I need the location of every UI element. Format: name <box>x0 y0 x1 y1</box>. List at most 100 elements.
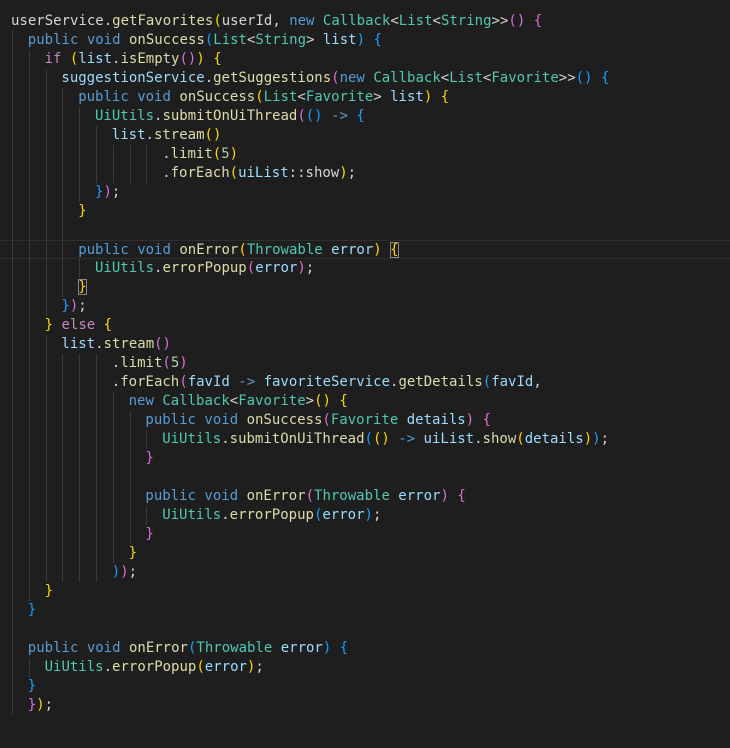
code-line[interactable]: } <box>0 544 730 563</box>
indent-guide <box>45 202 47 221</box>
code-token: list <box>111 127 146 143</box>
code-token: getSuggestions <box>213 70 332 86</box>
code-token: ; <box>372 507 382 523</box>
indent-guide <box>129 145 131 164</box>
code-line[interactable]: .limit(5) <box>0 145 730 164</box>
code-line[interactable]: } <box>0 202 730 221</box>
code-text: .limit(5) <box>112 354 188 373</box>
code-token: { <box>390 242 399 258</box>
code-token: ; <box>128 564 138 580</box>
code-token: if <box>44 51 62 67</box>
code-line[interactable]: UiUtils.submitOnUiThread(() -> uiList.sh… <box>0 430 730 449</box>
indent-guide <box>12 278 13 297</box>
code-line[interactable]: UiUtils.submitOnUiThread(() -> { <box>0 107 730 126</box>
code-token: >> <box>491 13 509 29</box>
code-line[interactable]: } else { <box>0 316 730 335</box>
code-line[interactable]: public void onError(Throwable error) { <box>0 487 730 506</box>
code-editor[interactable]: userService.getFavorites(userId, new Cal… <box>0 0 730 748</box>
code-text: } <box>45 582 53 601</box>
indent-guide <box>28 430 30 449</box>
indent-guide <box>28 506 30 525</box>
code-token: Favorite <box>491 70 559 86</box>
indent-guide <box>96 506 97 525</box>
code-line[interactable] <box>0 468 730 487</box>
code-line[interactable]: if (list.isEmpty()) { <box>0 50 730 69</box>
indent-guide <box>146 145 148 164</box>
indent-guide <box>12 183 13 202</box>
code-line[interactable]: UiUtils.errorPopup(error); <box>0 506 730 525</box>
code-line[interactable]: )); <box>0 563 730 582</box>
code-line[interactable]: .limit(5) <box>0 354 730 373</box>
code-token: public <box>145 488 196 504</box>
indent-guide <box>96 354 97 373</box>
code-line[interactable]: userService.getFavorites(userId, new Cal… <box>0 12 730 31</box>
code-line[interactable] <box>0 620 730 639</box>
code-line[interactable]: }); <box>0 297 730 316</box>
code-token: String <box>440 13 492 29</box>
code-token: ) <box>583 431 593 447</box>
code-line[interactable]: suggestionService.getSuggestions(new Cal… <box>0 69 730 88</box>
code-line[interactable]: }); <box>0 696 730 715</box>
code-token: , <box>533 374 542 390</box>
code-line[interactable]: public void onError(Throwable error) { <box>0 639 730 658</box>
code-line[interactable]: new Callback<Favorite>() { <box>0 392 730 411</box>
indent-guide <box>45 278 47 297</box>
code-token: onSuccess <box>128 32 205 48</box>
code-line[interactable]: list.stream() <box>0 126 730 145</box>
code-token: errorPopup <box>112 659 197 675</box>
code-text: } <box>145 525 153 544</box>
code-text: } <box>78 278 87 297</box>
code-token: Throwable <box>314 488 390 504</box>
indent-guide <box>28 50 30 69</box>
code-line[interactable]: UiUtils.errorPopup(error); <box>0 658 730 677</box>
indent-guide <box>62 430 64 449</box>
code-line[interactable]: public void onSuccess(Favorite details) … <box>0 411 730 430</box>
code-line[interactable]: } <box>0 677 730 696</box>
code-line[interactable]: }); <box>0 183 730 202</box>
code-line[interactable]: } <box>0 582 730 601</box>
code-token: stream <box>153 127 205 143</box>
code-line[interactable]: .forEach(favId -> favoriteService.getDet… <box>0 373 730 392</box>
indent-guide <box>79 430 81 449</box>
code-token: { <box>373 32 382 48</box>
code-line[interactable]: .forEach(uiList::show); <box>0 164 730 183</box>
code-text: public void onSuccess(List<Favorite> lis… <box>78 88 449 107</box>
code-token: void <box>86 640 121 656</box>
code-line[interactable] <box>0 221 730 240</box>
code-text: .forEach(uiList::show); <box>162 164 356 183</box>
code-token: error <box>204 659 247 675</box>
indent-guide <box>96 145 97 164</box>
code-token: list <box>78 51 113 67</box>
code-token: public <box>78 242 129 258</box>
code-line[interactable]: } <box>0 449 730 468</box>
code-text: public void onError(Throwable error) { <box>145 487 465 506</box>
code-line[interactable]: UiUtils.errorPopup(error); <box>0 259 730 278</box>
indent-guide <box>79 506 81 525</box>
code-token: new <box>339 70 365 86</box>
code-token: Callback <box>373 70 441 86</box>
indent-guide <box>79 373 81 392</box>
code-text: } <box>28 601 36 620</box>
code-token: ) <box>111 564 121 580</box>
indent-guide <box>28 658 30 677</box>
code-line[interactable]: list.stream() <box>0 335 730 354</box>
code-line[interactable]: public void onSuccess(List<Favorite> lis… <box>0 88 730 107</box>
indent-guide <box>12 658 13 677</box>
code-line[interactable]: } <box>0 278 730 297</box>
indent-guide <box>62 487 64 506</box>
code-token: userId <box>221 13 273 29</box>
code-token: ( <box>246 260 256 276</box>
indent-guide <box>62 354 64 373</box>
code-line[interactable]: } <box>0 601 730 620</box>
code-line[interactable]: public void onSuccess(List<String> list)… <box>0 31 730 50</box>
code-line[interactable]: } <box>0 525 730 544</box>
code-token: ( <box>229 165 239 181</box>
code-token: uiList <box>423 431 475 447</box>
code-token: ) <box>339 165 348 181</box>
code-line[interactable]: public void onError(Throwable error) { <box>0 240 730 260</box>
indent-guide <box>62 506 64 525</box>
